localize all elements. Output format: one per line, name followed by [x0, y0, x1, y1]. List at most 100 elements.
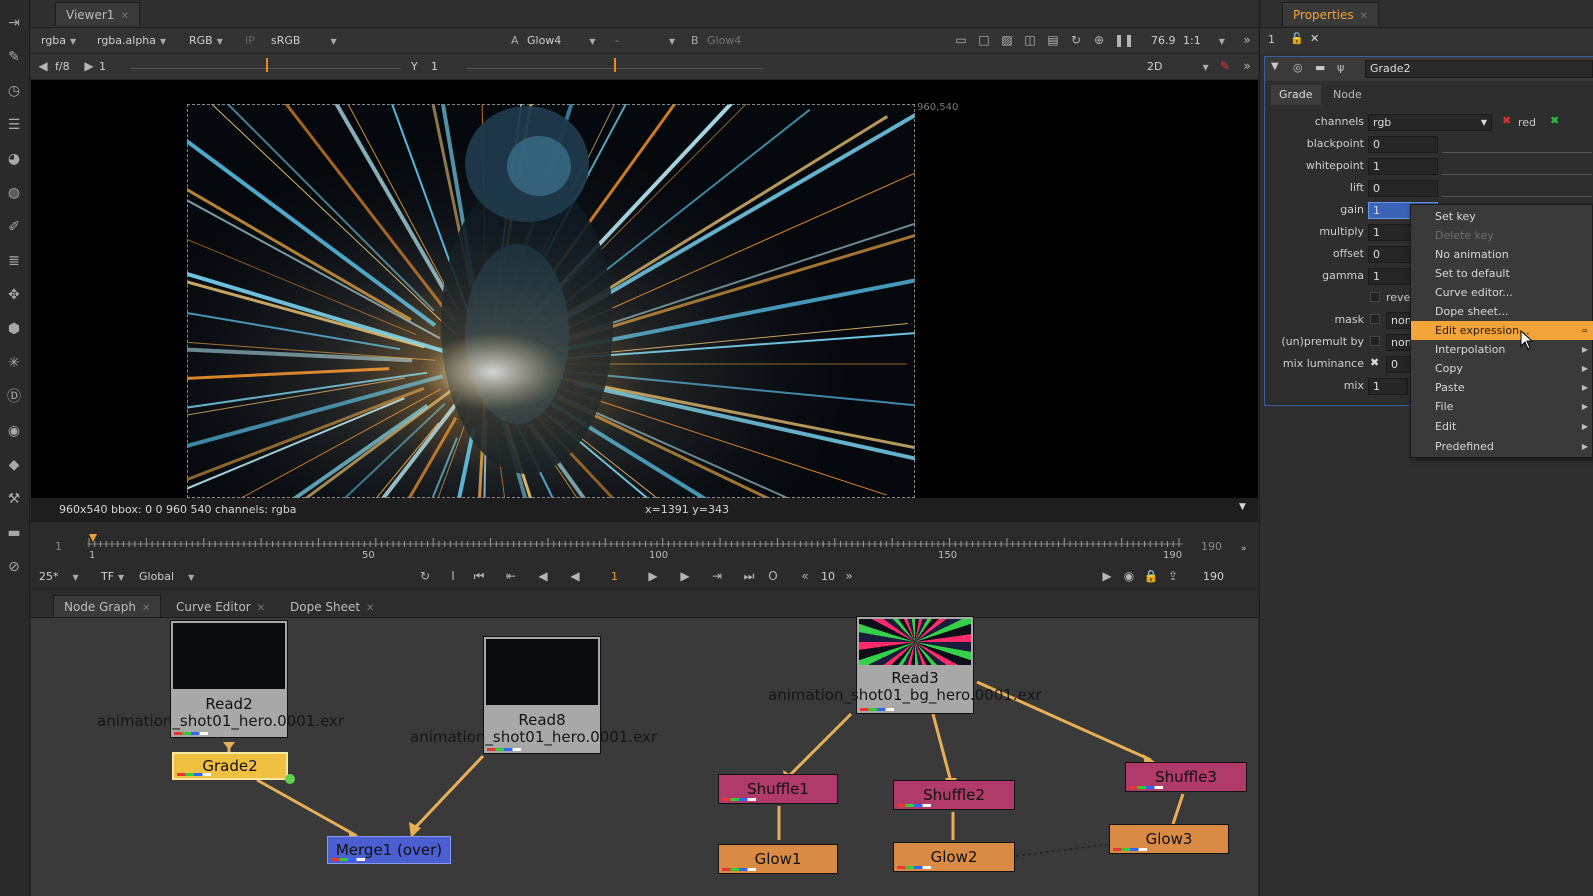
transform-tools-icon[interactable]: ✥ — [3, 284, 25, 306]
out-point-icon[interactable]: O — [765, 568, 781, 584]
wrench-icon[interactable]: ψ — [1337, 61, 1344, 74]
param-slider[interactable] — [1442, 136, 1592, 153]
premult-checkbox[interactable] — [1370, 336, 1380, 346]
keyer-tools-icon[interactable]: ✐ — [3, 216, 25, 238]
node-name-field[interactable]: Grade2 — [1365, 60, 1593, 78]
channel-tools-icon[interactable]: ☰ — [3, 114, 25, 136]
menu-item-no-animation[interactable]: No animation — [1411, 245, 1593, 264]
global-dropdown[interactable]: Global ▼ — [135, 568, 194, 586]
mask-checkbox[interactable] — [1370, 314, 1380, 324]
param-input[interactable]: 0 — [1368, 180, 1438, 197]
menu-item-copy[interactable]: Copy ▶ — [1411, 359, 1593, 378]
center-node-icon[interactable]: ◎ — [1293, 61, 1303, 74]
viewer-canvas[interactable]: 960,540 — [31, 80, 1258, 498]
paint-icon[interactable]: ✎ — [1217, 58, 1233, 74]
overlay-icon[interactable]: ◫ — [1022, 32, 1038, 48]
metadata-tools-icon[interactable]: ◆ — [3, 454, 25, 476]
views-tools-icon[interactable]: ◉ — [3, 420, 25, 442]
particles-tools-icon[interactable]: ✳ — [3, 352, 25, 374]
menu-item-interpolation[interactable]: Interpolation ▶ — [1411, 340, 1593, 359]
toolsets-icon[interactable]: ⚒ — [3, 488, 25, 510]
lock-icon[interactable]: 🔒 — [1143, 568, 1159, 584]
export-icon[interactable]: ⇪ — [1165, 568, 1181, 584]
timeline-ruler[interactable] — [87, 524, 1187, 566]
compare-dropdown[interactable]: - ▼ — [611, 32, 675, 50]
fps-dropdown[interactable]: 25* ▼ — [35, 568, 79, 586]
expand-icon[interactable]: » — [1241, 544, 1247, 554]
deep-tools-icon[interactable]: Ⓓ — [3, 386, 25, 408]
node-glow2[interactable]: Glow2 — [893, 842, 1015, 872]
close-icon[interactable]: ✕ — [1360, 11, 1368, 22]
ratio-readout[interactable]: 1:1 ▼ — [1179, 32, 1225, 50]
refresh-icon[interactable]: ↻ — [1068, 32, 1084, 48]
cache-icon[interactable]: ⊕ — [1091, 32, 1107, 48]
tab-viewer1[interactable]: Viewer1 ✕ — [55, 2, 140, 26]
channels-dropdown[interactable]: rgb ▼ — [1368, 114, 1492, 131]
input-b-dropdown[interactable]: Glow4 — [703, 32, 741, 50]
gamma-slider-handle[interactable] — [614, 58, 616, 72]
roi-icon[interactable]: ▭ — [953, 32, 969, 48]
ip-button[interactable]: IP — [241, 32, 255, 50]
in-point-icon[interactable]: I — [445, 568, 461, 584]
param-slider[interactable] — [1442, 158, 1592, 175]
param-input[interactable]: 1 — [1368, 378, 1408, 395]
3d-tools-icon[interactable]: ⬢ — [3, 318, 25, 340]
prev-increment-icon[interactable]: ⇤ — [503, 568, 519, 584]
expand-icon[interactable]: » — [1239, 58, 1255, 74]
next-frame-icon[interactable]: ▶ — [677, 568, 693, 584]
tab-properties[interactable]: Properties ✕ — [1282, 2, 1380, 26]
node-grade2[interactable]: Grade2 — [172, 752, 288, 780]
menu-item-dope-sheet[interactable]: Dope sheet... — [1411, 302, 1593, 321]
node-shuffle2[interactable]: Shuffle2 — [893, 780, 1015, 810]
view-mode-dropdown[interactable]: 2D ▼ — [1143, 58, 1209, 76]
menu-item-file[interactable]: File ▶ — [1411, 397, 1593, 416]
mask-input-dot[interactable] — [285, 774, 295, 784]
display-channel-dropdown[interactable]: RGB ▼ — [185, 32, 223, 50]
play-forward-icon[interactable]: ▶ — [645, 568, 661, 584]
loop-icon[interactable]: ↻ — [417, 568, 433, 584]
guides-icon[interactable]: ▤ — [1045, 32, 1061, 48]
menu-item-curve-editor[interactable]: Curve editor... — [1411, 283, 1593, 302]
zoom-readout[interactable]: 76.9 — [1147, 32, 1176, 50]
record-icon[interactable]: ◉ — [1121, 568, 1137, 584]
checkerboard-icon[interactable]: ▨ — [999, 32, 1015, 48]
filter-tools-icon[interactable]: ◍ — [3, 182, 25, 204]
menu-item-set-key[interactable]: Set key — [1411, 207, 1593, 226]
node-color-icon[interactable]: ▬ — [1315, 61, 1325, 74]
gamma-input[interactable]: 1 — [427, 58, 438, 76]
fstop-readout[interactable]: f/8 — [51, 58, 70, 76]
plugins-icon[interactable]: ⊘ — [3, 556, 25, 578]
channel-checkbox[interactable]: ✖ — [1550, 114, 1559, 127]
max-panels-input[interactable]: 1 — [1268, 33, 1275, 46]
input-a-dropdown[interactable]: Glow4 ▼ — [523, 32, 595, 50]
channel-checkbox[interactable]: ✖ — [1502, 114, 1511, 127]
window-icon[interactable]: □ — [976, 32, 992, 48]
menu-item-edit[interactable]: Edit ▶ — [1411, 417, 1593, 436]
skip-back-icon[interactable]: « — [797, 568, 813, 584]
draw-tools-icon[interactable]: ✎ — [3, 46, 25, 68]
lock-icon[interactable]: 🔓 — [1290, 32, 1304, 45]
collapse-icon[interactable]: ▼ — [1271, 61, 1279, 72]
gain-input[interactable]: 1 — [95, 58, 106, 76]
expand-icon[interactable]: » — [1239, 32, 1255, 48]
tab-grade[interactable]: Grade — [1271, 85, 1321, 105]
prev-frame-icon[interactable]: ◀ — [535, 568, 551, 584]
gain-slider-handle[interactable] — [266, 58, 268, 72]
close-icon[interactable]: ✕ — [120, 11, 128, 22]
node-glow3[interactable]: Glow3 — [1109, 824, 1229, 854]
end-frame-input[interactable]: 190 — [1199, 568, 1224, 586]
fstop-back-icon[interactable]: ◀ — [35, 58, 51, 74]
menu-item-predefined[interactable]: Predefined ▶ — [1411, 437, 1593, 456]
channels-dropdown[interactable]: rgba ▼ — [37, 32, 76, 50]
next-increment-icon[interactable]: ⇥ — [709, 568, 725, 584]
color-tools-icon[interactable]: ◕ — [3, 148, 25, 170]
flipbook-icon[interactable]: ▶ — [1099, 568, 1115, 584]
lut-dropdown[interactable]: sRGB ▼ — [267, 32, 337, 50]
reverse-checkbox[interactable] — [1370, 292, 1380, 302]
play-backward-icon[interactable]: ◀ — [567, 568, 583, 584]
tab-node[interactable]: Node — [1325, 85, 1370, 105]
playhead[interactable] — [89, 534, 97, 542]
menu-item-paste[interactable]: Paste ▶ — [1411, 378, 1593, 397]
other-tools-icon[interactable]: ▬ — [3, 522, 25, 544]
first-frame-icon[interactable]: ⏮ — [471, 568, 487, 584]
